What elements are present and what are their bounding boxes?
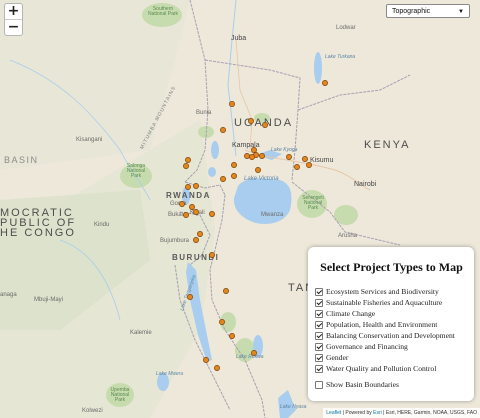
- project-marker[interactable]: [259, 153, 265, 159]
- project-marker[interactable]: [193, 183, 199, 189]
- project-marker[interactable]: [322, 80, 328, 86]
- zoom-out-button[interactable]: −: [5, 19, 22, 35]
- project-type-checkbox[interactable]: [315, 342, 323, 351]
- project-marker[interactable]: [193, 209, 199, 215]
- project-marker[interactable]: [187, 294, 193, 300]
- project-type-label: Water Quality and Pollution Control: [326, 364, 437, 373]
- project-marker[interactable]: [302, 156, 308, 162]
- project-type-checkbox[interactable]: [315, 364, 323, 373]
- project-type-option[interactable]: Balancing Conservation and Development: [315, 330, 468, 341]
- basemap-select[interactable]: Topographic ▼: [386, 4, 470, 18]
- project-type-option[interactable]: Population, Health and Environment: [315, 319, 468, 330]
- project-marker[interactable]: [185, 184, 191, 190]
- project-type-checkbox[interactable]: [315, 298, 323, 307]
- attribution-sources: | Esri, HERE, Garmin, NOAA, USGS, FAO: [381, 410, 477, 416]
- project-marker[interactable]: [179, 201, 185, 207]
- project-marker[interactable]: [231, 162, 237, 168]
- project-type-label: Ecosystem Services and Biodiversity: [326, 287, 439, 296]
- project-marker[interactable]: [244, 153, 250, 159]
- project-marker[interactable]: [251, 147, 257, 153]
- project-type-checkbox[interactable]: [315, 309, 323, 318]
- project-marker[interactable]: [183, 163, 189, 169]
- chevron-down-icon: ▼: [458, 9, 464, 15]
- attribution-sep: | Powered by: [341, 410, 374, 416]
- zoom-in-button[interactable]: +: [5, 4, 22, 19]
- project-marker[interactable]: [229, 101, 235, 107]
- map-attribution: Leaflet | Powered by Esri | Esri, HERE, …: [323, 408, 480, 418]
- project-marker[interactable]: [197, 231, 203, 237]
- project-marker[interactable]: [262, 122, 268, 128]
- project-marker[interactable]: [219, 319, 225, 325]
- project-type-checkbox[interactable]: [315, 320, 323, 329]
- project-marker[interactable]: [220, 176, 226, 182]
- project-marker[interactable]: [183, 212, 189, 218]
- project-marker[interactable]: [209, 252, 215, 258]
- project-marker[interactable]: [209, 211, 215, 217]
- project-type-label: Gender: [326, 353, 349, 362]
- project-marker[interactable]: [229, 333, 235, 339]
- project-type-option[interactable]: Ecosystem Services and Biodiversity: [315, 286, 468, 297]
- basin-boundaries-checkbox[interactable]: [315, 380, 323, 389]
- basemap-select-value: Topographic: [392, 8, 431, 15]
- panel-title: Select Project Types to Map: [320, 260, 463, 274]
- project-marker[interactable]: [231, 173, 237, 179]
- project-type-panel: Select Project Types to Map Ecosystem Se…: [308, 247, 474, 401]
- project-type-option[interactable]: Sustainable Fisheries and Aquaculture: [315, 297, 468, 308]
- project-type-label: Climate Change: [326, 309, 376, 318]
- project-type-option[interactable]: Governance and Financing: [315, 341, 468, 352]
- project-marker[interactable]: [203, 357, 209, 363]
- esri-link[interactable]: Esri: [373, 410, 382, 416]
- project-marker[interactable]: [248, 118, 254, 124]
- project-marker[interactable]: [294, 164, 300, 170]
- project-marker[interactable]: [185, 157, 191, 163]
- project-marker[interactable]: [189, 204, 195, 210]
- project-type-label: Population, Health and Environment: [326, 320, 438, 329]
- leaflet-link[interactable]: Leaflet: [326, 410, 341, 416]
- project-type-label: Balancing Conservation and Development: [326, 331, 455, 340]
- project-marker[interactable]: [220, 127, 226, 133]
- project-marker[interactable]: [286, 154, 292, 160]
- project-marker[interactable]: [249, 154, 255, 160]
- zoom-control: + −: [4, 3, 23, 36]
- project-marker[interactable]: [251, 350, 257, 356]
- project-marker[interactable]: [306, 162, 312, 168]
- basin-boundaries-toggle[interactable]: Show Basin Boundaries: [315, 379, 468, 390]
- project-marker[interactable]: [193, 237, 199, 243]
- project-type-checkbox[interactable]: [315, 331, 323, 340]
- project-type-option[interactable]: Gender: [315, 352, 468, 363]
- project-marker[interactable]: [214, 365, 220, 371]
- project-type-checkbox[interactable]: [315, 353, 323, 362]
- project-type-label: Sustainable Fisheries and Aquaculture: [326, 298, 443, 307]
- project-type-checkbox[interactable]: [315, 287, 323, 296]
- project-type-label: Governance and Financing: [326, 342, 408, 351]
- project-type-option[interactable]: Climate Change: [315, 308, 468, 319]
- project-type-list: Ecosystem Services and Biodiversity Susta…: [315, 286, 468, 374]
- basin-boundaries-label: Show Basin Boundaries: [326, 380, 399, 389]
- project-type-option[interactable]: Water Quality and Pollution Control: [315, 363, 468, 374]
- project-marker[interactable]: [255, 167, 261, 173]
- project-marker[interactable]: [223, 288, 229, 294]
